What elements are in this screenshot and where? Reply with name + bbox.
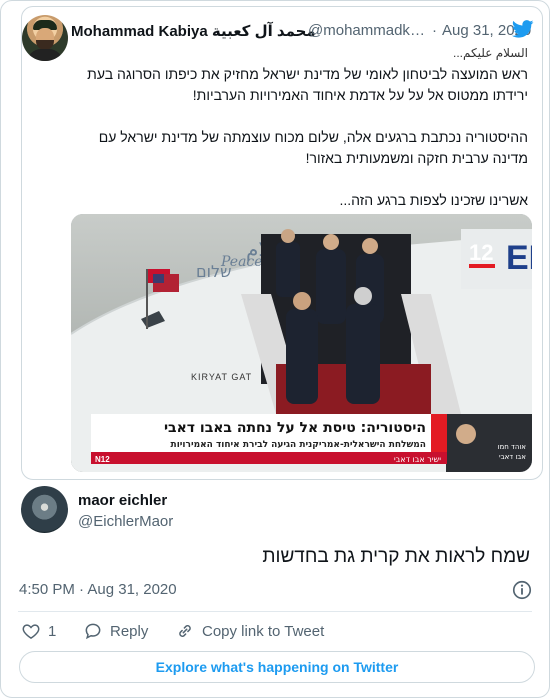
news-broadcast-frame: سلام Peace שלום KIRYAT GAT bbox=[71, 214, 532, 472]
channel-number: 12 bbox=[469, 240, 493, 265]
tweet-embed-card: Mohammad Kabiya محمد آل كعبية @mohammadk… bbox=[0, 0, 550, 698]
link-icon bbox=[179, 625, 191, 637]
like-button[interactable]: 1 bbox=[21, 621, 56, 641]
paragraph-3: אשרינו שזכינו לצפות ברגע הזה... bbox=[339, 192, 528, 208]
quoted-author-handle[interactable]: @mohammadkabiya bbox=[308, 22, 428, 39]
ticker-subline: המשלחת הישראלית-אמריקנית הגיעה לבירת איח… bbox=[171, 440, 426, 450]
twitter-bird-icon[interactable] bbox=[512, 20, 534, 38]
plane-hebrew-text: שלום bbox=[196, 262, 231, 281]
heart-icon bbox=[22, 624, 40, 639]
like-count: 1 bbox=[48, 622, 57, 640]
separator-dot: · bbox=[432, 22, 437, 39]
quoted-tweet-text: السلام عليكم... ראש המועצה לביטחון לאומי… bbox=[68, 43, 528, 211]
paragraph-1: ראש המועצה לביטחון לאומי של מדינת ישראל … bbox=[87, 66, 528, 103]
reply-author-handle[interactable]: @EichlerMaor bbox=[78, 513, 173, 530]
reporter-name: אוהד חמו bbox=[498, 443, 527, 451]
tweet-media-image[interactable]: سلام Peace שלום KIRYAT GAT bbox=[71, 214, 532, 472]
tail-logo-text: EL bbox=[506, 239, 532, 277]
quoted-tweet[interactable]: Mohammad Kabiya محمد آل كعبية @mohammadk… bbox=[21, 6, 543, 480]
reporter-location: אבו דאבי bbox=[499, 453, 526, 461]
copy-link-button[interactable]: Copy link to Tweet bbox=[175, 621, 324, 641]
copy-link-label: Copy link to Tweet bbox=[202, 622, 325, 640]
paragraph-2: ההיסטוריה נכתבת ברגעים אלה, שלום מכוח עו… bbox=[98, 129, 528, 166]
divider bbox=[18, 611, 532, 612]
plane-name-text: KIRYAT GAT bbox=[191, 372, 252, 382]
channel-tag: N12 bbox=[95, 455, 110, 464]
quoted-author-avatar[interactable] bbox=[22, 15, 68, 61]
ticker-headline: היסטוריה: טיסת אל על נחתה באבו דאבי bbox=[164, 420, 426, 436]
info-icon[interactable] bbox=[511, 579, 533, 601]
reply-author-avatar[interactable] bbox=[21, 486, 68, 533]
reply-button[interactable]: Reply bbox=[83, 621, 148, 641]
reply-label: Reply bbox=[110, 622, 149, 640]
reply-author-name[interactable]: maor eichler bbox=[78, 492, 167, 509]
live-strip-text: ישיר אבו דאבי bbox=[394, 455, 441, 464]
reply-text: שמח לראות את קרית גת בחדשות bbox=[262, 546, 530, 567]
reply-bubble-icon bbox=[85, 623, 101, 640]
quoted-author-name[interactable]: Mohammad Kabiya محمد آل كعبية bbox=[71, 22, 316, 40]
explore-twitter-button[interactable]: Explore what's happening on Twitter bbox=[19, 651, 535, 683]
reply-timestamp[interactable]: 4:50 PM · Aug 31, 2020 bbox=[19, 581, 177, 598]
greeting-line: السلام عليكم... bbox=[453, 46, 528, 60]
